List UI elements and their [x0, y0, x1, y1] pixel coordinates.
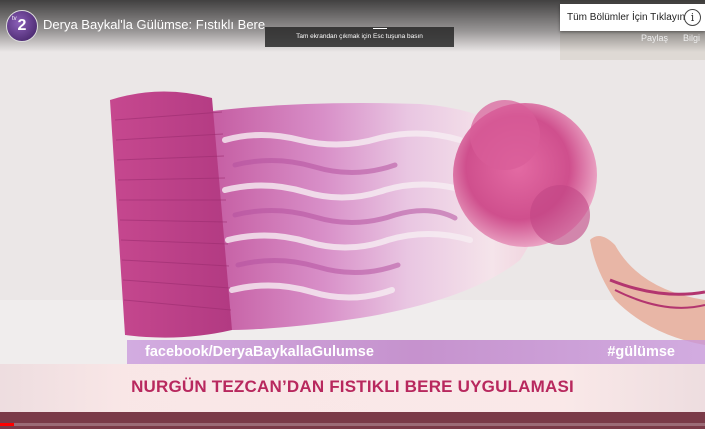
info-icon[interactable]: i	[684, 9, 701, 26]
facebook-handle: facebook/DeryaBaykallaGulumse	[145, 344, 374, 360]
channel-logo-icon[interactable]: tv 2	[6, 10, 38, 42]
chapters-button[interactable]: Tüm Bölümler İçin Tıklayın i	[560, 4, 705, 31]
social-band: facebook/DeryaBaykallaGulumse #gülümse	[127, 340, 705, 364]
video-player[interactable]: tv 2 Derya Baykal'la Gülümse: Fıstıklı B…	[0, 0, 705, 429]
exit-fullscreen-toast: Tam ekrandan çıkmak için Esc tuşuna bası…	[265, 27, 454, 47]
share-button[interactable]: Paylaş	[641, 33, 668, 43]
video-title[interactable]: Derya Baykal'la Gülümse: Fıstıklı Bere	[43, 17, 265, 32]
headline-text: NURGÜN TEZCAN’DAN FISTIKLI BERE UYGULAMA…	[131, 377, 574, 396]
headline-band: NURGÜN TEZCAN’DAN FISTIKLI BERE UYGULAMA…	[0, 364, 705, 412]
fullscreen-icon	[373, 22, 387, 29]
channel-logo-number: 2	[17, 17, 27, 34]
channel-logo-small: tv	[12, 16, 17, 22]
bottom-strip	[0, 412, 705, 429]
hashtag: #gülümse	[607, 344, 675, 360]
info-button[interactable]: Bilgi	[683, 33, 700, 43]
chapters-label: Tüm Bölümler İçin Tıklayın	[567, 12, 686, 23]
progress-fill	[0, 423, 15, 426]
progress-bar[interactable]	[0, 423, 705, 426]
